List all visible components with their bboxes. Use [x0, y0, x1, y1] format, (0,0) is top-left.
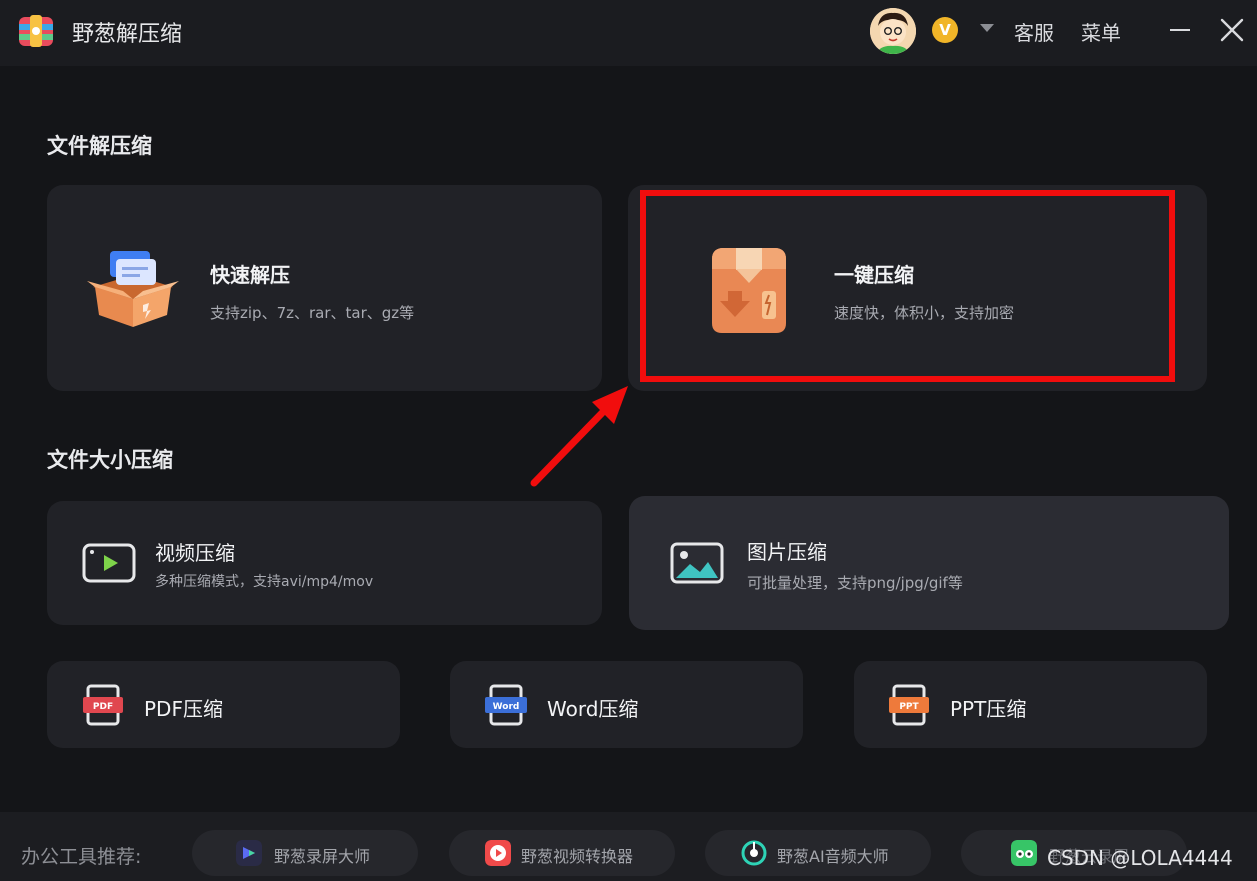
- word-file-icon: Word: [485, 684, 527, 726]
- one-click-compress-subtitle: 速度快，体积小，支持加密: [834, 304, 1015, 322]
- vip-badge-icon[interactable]: V: [932, 17, 958, 43]
- csdn-watermark: CSDN @LOLA4444: [1047, 846, 1233, 870]
- ppt-file-icon: PPT: [889, 684, 929, 726]
- section-title-size: 文件大小压缩: [47, 448, 173, 472]
- ppt-compress-card[interactable]: PPT PPT压缩: [854, 661, 1207, 748]
- box-closed-icon: [712, 248, 786, 333]
- menu-link[interactable]: 菜单: [1081, 17, 1121, 46]
- quick-extract-title: 快速解压: [210, 263, 290, 287]
- arrow-annotation-icon: [530, 386, 628, 487]
- ppt-badge-label: PPT: [899, 702, 919, 712]
- title-bar: 野葱解压缩 V 客服 菜单: [0, 0, 1257, 66]
- minimize-icon[interactable]: [1170, 29, 1190, 31]
- video-compress-card[interactable]: 视频压缩 多种压缩模式，支持avi/mp4/mov: [47, 501, 602, 625]
- customer-service-link[interactable]: 客服: [1014, 17, 1054, 46]
- image-compress-subtitle: 可批量处理，支持png/jpg/gif等: [747, 574, 963, 592]
- section-title-extract: 文件解压缩: [47, 134, 152, 158]
- tool-label: 野葱AI音频大师: [777, 847, 889, 866]
- pdf-compress-card[interactable]: PDF PDF压缩: [47, 661, 400, 748]
- ppt-compress-title: PPT压缩: [950, 697, 1027, 721]
- pdf-compress-title: PDF压缩: [144, 697, 223, 721]
- word-compress-card[interactable]: Word Word压缩: [450, 661, 803, 748]
- video-compress-title: 视频压缩: [155, 541, 235, 565]
- one-click-compress-card[interactable]: 一键压缩 速度快，体积小，支持加密: [628, 185, 1207, 391]
- footer-label: 办公工具推荐:: [21, 846, 142, 868]
- quick-extract-subtitle: 支持zip、7z、rar、tar、gz等: [210, 304, 415, 322]
- image-compress-title: 图片压缩: [747, 540, 827, 564]
- tool-video-converter[interactable]: 野葱视频转换器: [449, 830, 675, 876]
- user-avatar[interactable]: [870, 8, 916, 54]
- screen-recorder-icon: [236, 840, 262, 866]
- app-title: 野葱解压缩: [72, 22, 183, 47]
- tool-label: 野葱录屏大师: [274, 847, 371, 866]
- close-icon[interactable]: [1218, 16, 1246, 44]
- pdf-badge-label: PDF: [93, 702, 113, 712]
- tool-ai-audio[interactable]: 野葱AI音频大师: [705, 830, 931, 876]
- image-compress-card[interactable]: 图片压缩 可批量处理，支持png/jpg/gif等: [629, 496, 1229, 630]
- image-icon: [670, 542, 724, 584]
- video-icon: [82, 543, 136, 583]
- app-logo-icon: [19, 15, 53, 47]
- video-compress-subtitle: 多种压缩模式，支持avi/mp4/mov: [155, 574, 374, 590]
- box-open-icon: [87, 251, 179, 327]
- pdf-file-icon: PDF: [83, 684, 123, 726]
- video-converter-icon: [485, 840, 511, 866]
- quick-extract-card[interactable]: 快速解压 支持zip、7z、rar、tar、gz等: [47, 185, 602, 391]
- one-click-compress-title: 一键压缩: [834, 263, 914, 287]
- cloud-recorder-icon: [1011, 840, 1037, 866]
- chevron-down-icon[interactable]: [980, 24, 994, 32]
- word-compress-title: Word压缩: [547, 697, 639, 721]
- ai-audio-icon: [741, 840, 767, 866]
- word-badge-label: Word: [493, 702, 520, 712]
- avatar-face-icon: [870, 8, 916, 54]
- tool-screen-recorder[interactable]: 野葱录屏大师: [192, 830, 418, 876]
- tool-label: 野葱视频转换器: [521, 847, 634, 866]
